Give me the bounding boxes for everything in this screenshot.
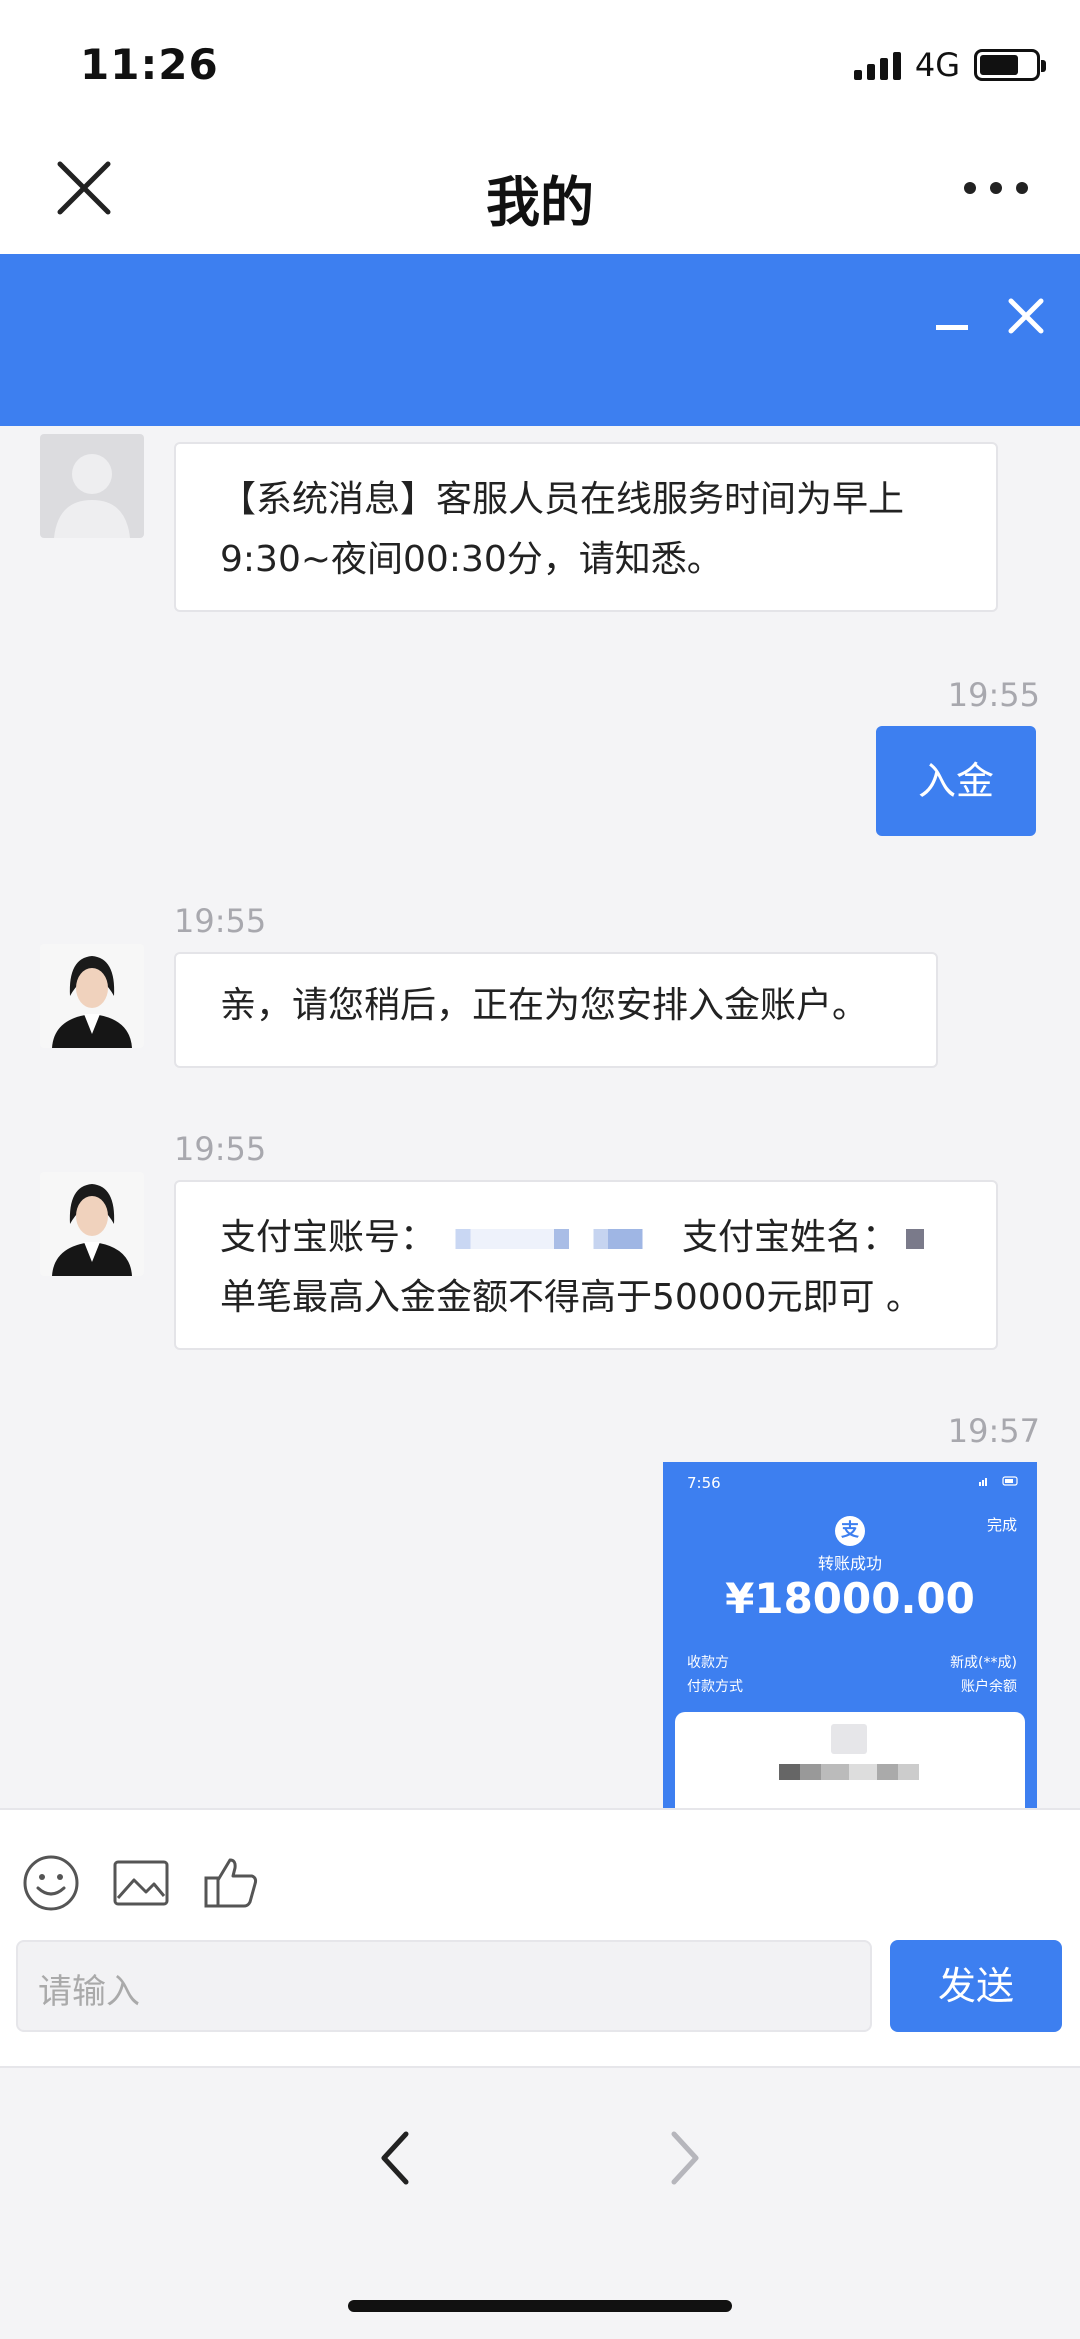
thumb-method-value: 账户余额 <box>961 1679 1017 1695</box>
input-toolbar <box>22 1854 260 1912</box>
thumb-time: 7:56 <box>687 1474 721 1492</box>
page-title: 我的 <box>486 171 594 234</box>
message-timestamp: 19:57 <box>947 1412 1040 1450</box>
account-label: 支付宝账号： <box>220 1217 437 1258</box>
status-bar: 11:26 4G <box>0 0 1080 120</box>
smile-icon[interactable] <box>22 1854 80 1912</box>
thumb-card <box>675 1712 1025 1808</box>
close-chat-icon[interactable] <box>1008 298 1044 334</box>
more-icon[interactable] <box>964 182 1028 194</box>
input-area: 请输入 发送 <box>0 1808 1080 2066</box>
agent-avatar <box>40 1172 144 1276</box>
thumbs-up-icon[interactable] <box>202 1854 260 1912</box>
outgoing-message-bubble: 入金 <box>876 726 1036 836</box>
thumb-avatar-icon <box>831 1724 867 1754</box>
account-line: 支付宝账号： 支付宝姓名： <box>220 1208 952 1268</box>
message-text-line: 单笔最高入金金额不得高于50000元即可 。 <box>220 1277 922 1318</box>
home-indicator <box>348 2300 732 2312</box>
redacted-name <box>906 1229 925 1249</box>
minimize-icon[interactable] <box>936 312 968 344</box>
thumb-status: 转账成功 <box>817 1554 882 1573</box>
alipay-logo-icon: 支 <box>835 1516 865 1546</box>
message-bubble: 支付宝账号： 支付宝姓名： 单笔最高入金金额不得高于50000元即可 。 <box>174 1180 998 1350</box>
message-input[interactable]: 请输入 <box>16 1940 872 2032</box>
image-message[interactable]: 7:56 完成 支 转账成功 ¥18000.00 收款方 新成(**成) 付款方… <box>663 1462 1037 1808</box>
thumb-redacted-name <box>779 1764 919 1780</box>
message-bubble: 亲，请您稍后，正在为您安排入金账户。 <box>174 952 938 1068</box>
message-text-line: 9:30~夜间00:30分，请知悉。 <box>220 539 723 580</box>
status-time: 11:26 <box>80 40 219 89</box>
message-text-line: 【系统消息】客服人员在线服务时间为早上 <box>220 479 905 520</box>
back-icon[interactable] <box>370 2128 420 2188</box>
forward-icon[interactable] <box>660 2128 710 2188</box>
message-bubble: 【系统消息】客服人员在线服务时间为早上 9:30~夜间00:30分，请知悉。 <box>174 442 998 612</box>
nav-bar: 我的 <box>0 120 1080 254</box>
thumb-payee-value: 新成(**成) <box>950 1655 1017 1671</box>
thumb-status-icons <box>979 1476 1018 1486</box>
image-icon[interactable] <box>112 1854 170 1912</box>
status-indicators: 4G <box>853 46 1046 84</box>
thumb-done-label: 完成 <box>986 1516 1017 1534</box>
signal-icon <box>853 50 901 80</box>
agent-avatar <box>40 944 144 1048</box>
thumb-amount: ¥18000.00 <box>725 1574 975 1623</box>
network-label: 4G <box>914 46 960 84</box>
message-timestamp: 19:55 <box>947 676 1040 714</box>
message-timestamp: 19:55 <box>174 902 267 940</box>
thumb-method-label: 付款方式 <box>687 1679 743 1695</box>
user-avatar <box>40 434 144 538</box>
name-label: 支付宝姓名： <box>682 1217 899 1258</box>
message-timestamp: 19:55 <box>174 1130 267 1168</box>
battery-icon <box>974 49 1046 81</box>
thumb-payee-label: 收款方 <box>687 1655 729 1671</box>
chat-header-bar <box>0 254 1080 426</box>
chat-area[interactable]: 【系统消息】客服人员在线服务时间为早上 9:30~夜间00:30分，请知悉。 1… <box>0 426 1080 1808</box>
send-button[interactable]: 发送 <box>890 1940 1062 2032</box>
browser-nav-bar <box>0 2066 1080 2339</box>
redacted-account <box>436 1229 683 1249</box>
